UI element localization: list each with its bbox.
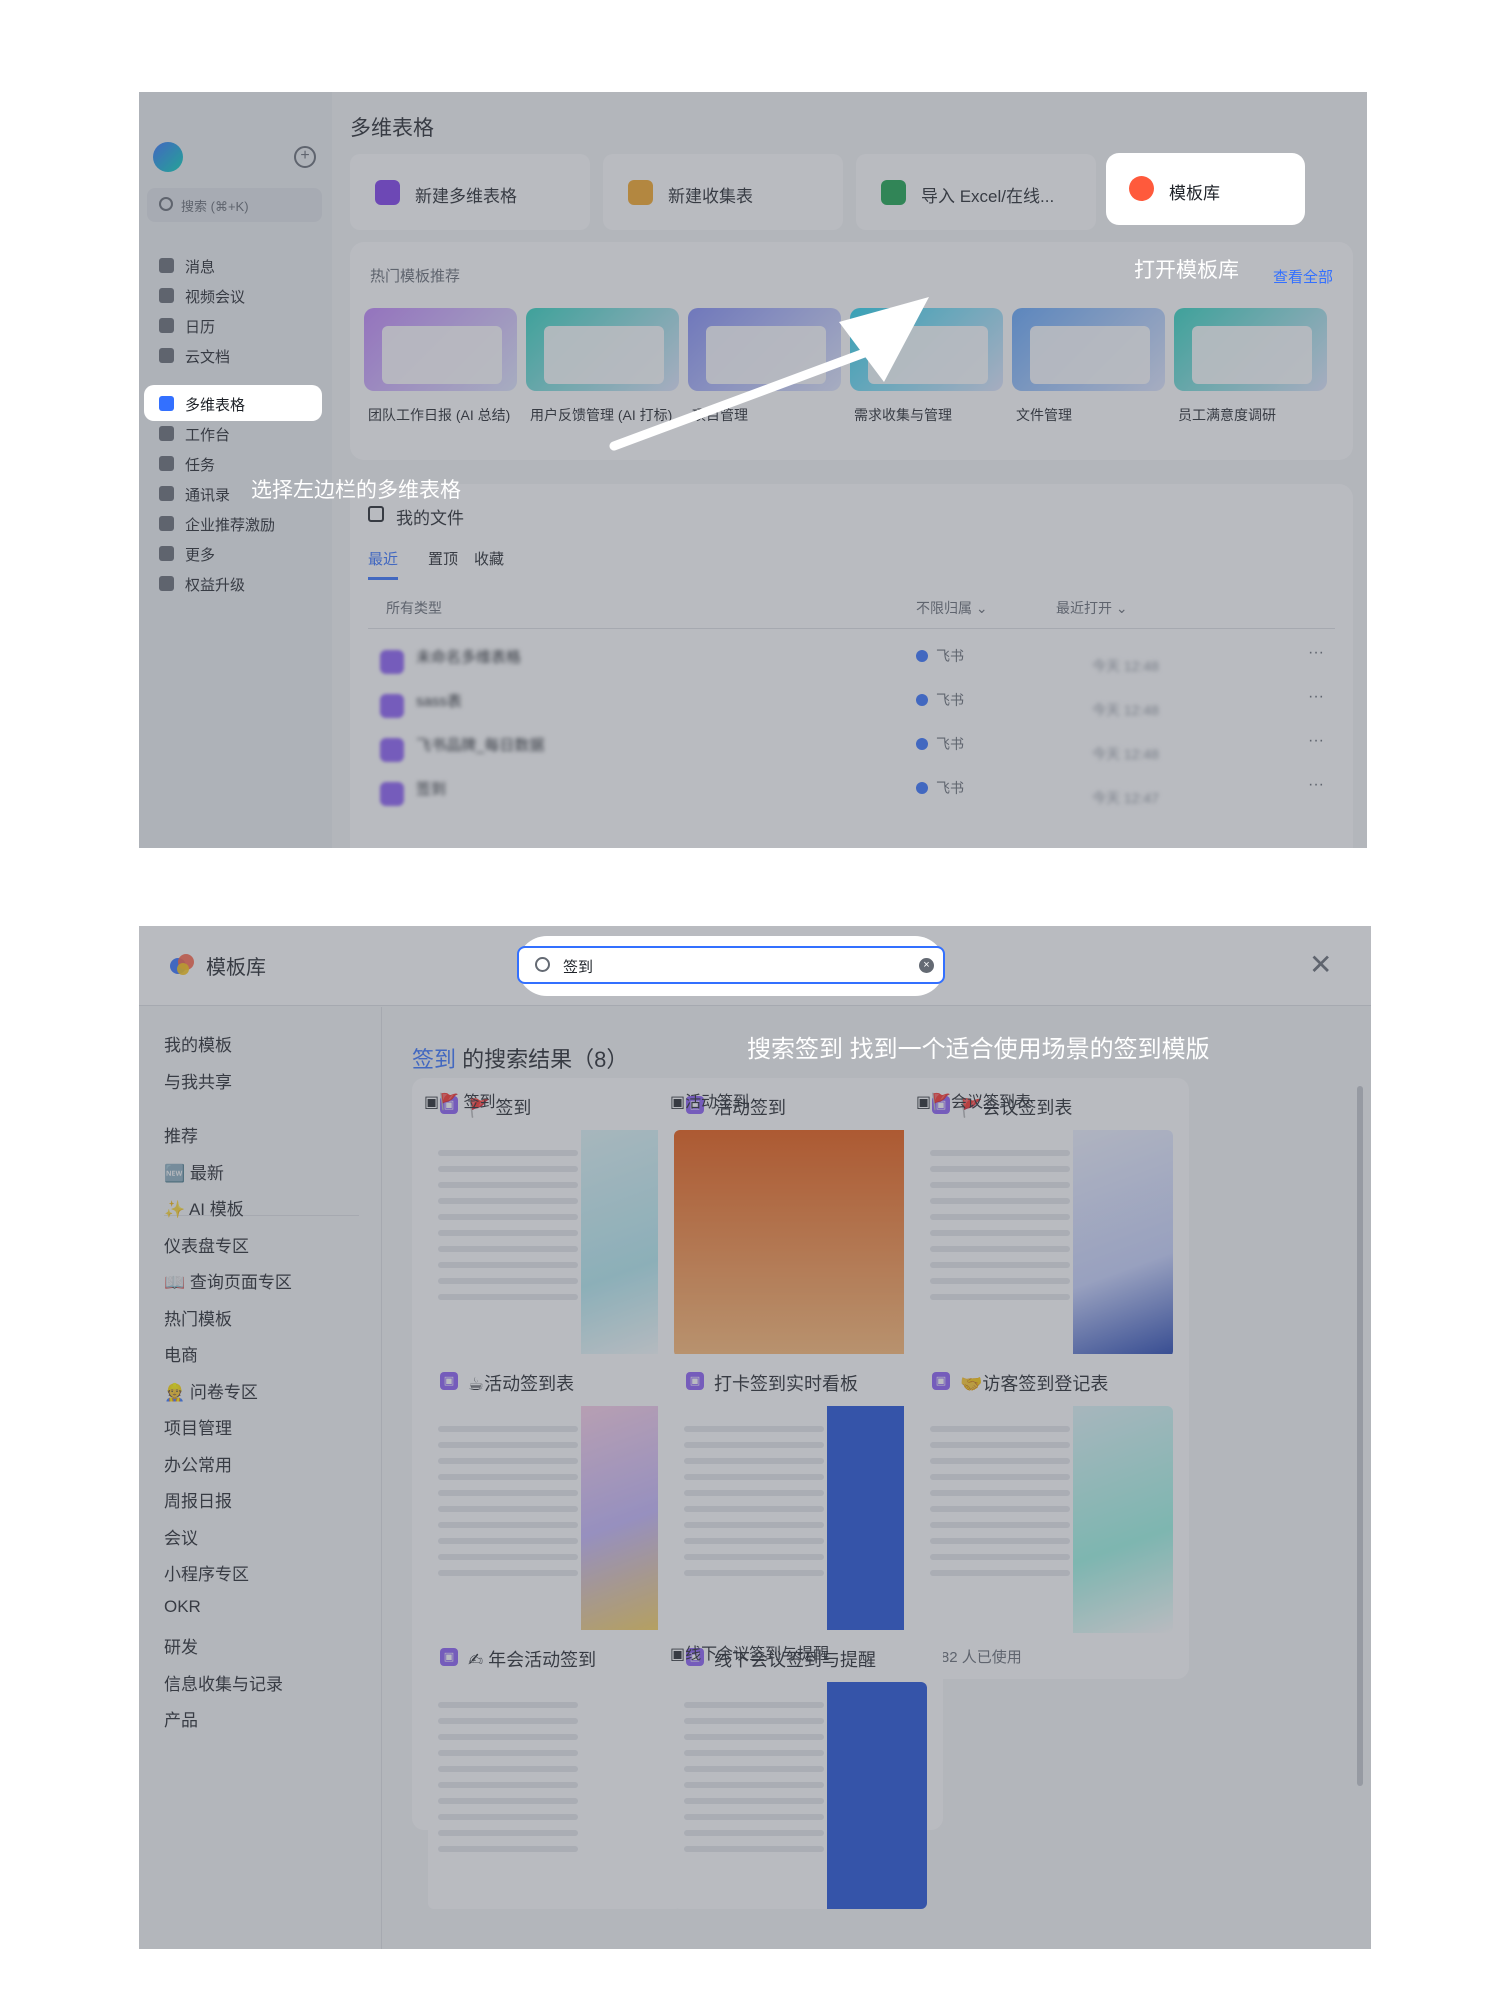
search-icon <box>535 957 550 972</box>
template-library-screenshot: 模板库 ✕ 签到 × 我的模板 与我共享 推荐 🆕 最新 ✨ AI 模板 仪表盘专区 📖 查… <box>139 926 1371 1949</box>
template-search-input[interactable]: 签到 × <box>517 946 945 984</box>
annotation-arrow-icon <box>609 297 929 451</box>
dim-overlay <box>139 1007 1371 1949</box>
feishu-base-home-screenshot: + 搜索 (⌘+K) 消息视频会议日历云文档多维表格工作台任务通讯录企业推荐激励… <box>139 92 1367 848</box>
annotation-search: 搜索签到 找到一个适合使用场景的签到模版 <box>747 1036 1210 1063</box>
search-value: 签到 <box>563 959 594 976</box>
clear-icon[interactable]: × <box>919 958 934 973</box>
